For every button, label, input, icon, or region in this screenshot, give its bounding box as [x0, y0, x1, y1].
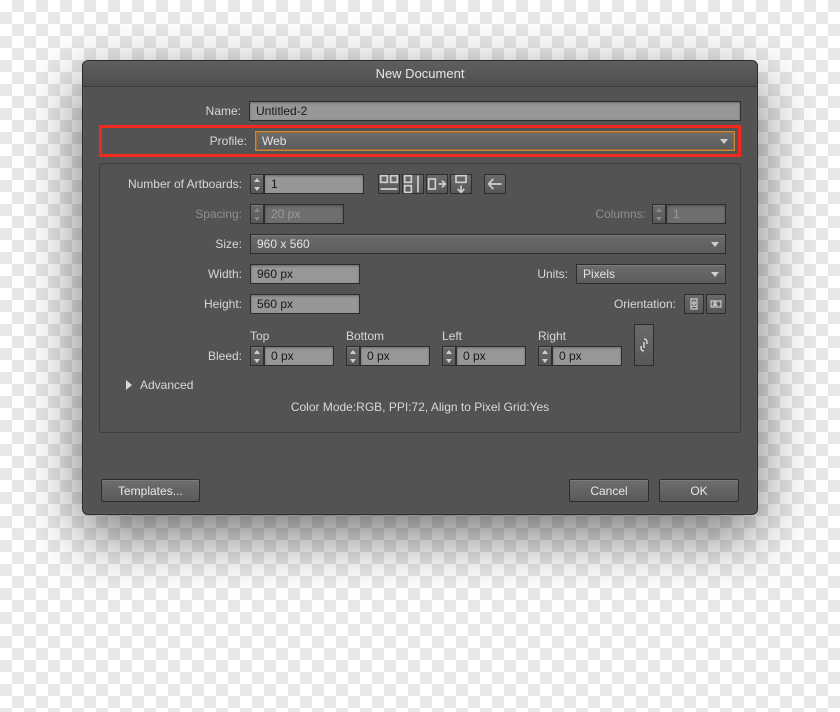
arrange-left-icon[interactable] [484, 174, 506, 194]
profile-label: Profile: [105, 134, 255, 148]
height-label: Height: [114, 297, 250, 311]
spacing-label: Spacing: [114, 207, 250, 221]
name-input[interactable] [249, 101, 741, 121]
spacing-input [264, 204, 344, 224]
cancel-button[interactable]: Cancel [569, 479, 649, 502]
bleed-bottom-label: Bottom [346, 329, 430, 343]
advanced-label: Advanced [140, 378, 193, 392]
grid-by-column-icon[interactable] [402, 174, 424, 194]
ok-button[interactable]: OK [659, 479, 739, 502]
templates-button[interactable]: Templates... [101, 479, 200, 502]
units-dropdown[interactable]: Pixels [576, 264, 726, 284]
arrange-down-icon[interactable] [450, 174, 472, 194]
size-value: 960 x 560 [257, 237, 310, 251]
dialog-titlebar[interactable]: New Document [83, 61, 757, 87]
size-dropdown[interactable]: 960 x 560 [250, 234, 726, 254]
bleed-link-button[interactable] [634, 324, 654, 366]
bleed-left-input[interactable] [456, 346, 526, 366]
spacing-stepper [250, 204, 264, 224]
artboards-input[interactable] [264, 174, 364, 194]
new-document-dialog: New Document Name: Profile: Web Number o… [82, 60, 758, 515]
size-label: Size: [114, 237, 250, 251]
profile-dropdown[interactable]: Web [255, 131, 735, 151]
orientation-label: Orientation: [594, 297, 684, 311]
bleed-right-label: Right [538, 329, 622, 343]
bleed-top-input[interactable] [264, 346, 334, 366]
grid-by-row-icon[interactable] [378, 174, 400, 194]
bleed-bottom-input[interactable] [360, 346, 430, 366]
document-summary: Color Mode:RGB, PPI:72, Align to Pixel G… [114, 400, 726, 414]
bleed-left-stepper[interactable] [442, 346, 456, 366]
bleed-right-input[interactable] [552, 346, 622, 366]
bleed-bottom-stepper[interactable] [346, 346, 360, 366]
artboards-stepper[interactable] [250, 174, 264, 194]
orientation-landscape-button[interactable] [706, 294, 726, 314]
bleed-top-stepper[interactable] [250, 346, 264, 366]
units-value: Pixels [583, 267, 615, 281]
dialog-title: New Document [376, 66, 465, 81]
columns-stepper [652, 204, 666, 224]
units-label: Units: [486, 267, 576, 281]
bleed-top-label: Top [250, 329, 334, 343]
bleed-label: Bleed: [114, 349, 250, 366]
link-icon [639, 338, 649, 352]
name-label: Name: [99, 104, 249, 118]
profile-highlight-box: Profile: Web [99, 125, 741, 157]
artboards-label: Number of Artboards: [114, 177, 250, 191]
profile-value: Web [262, 134, 286, 148]
columns-input [666, 204, 726, 224]
orientation-portrait-button[interactable] [684, 294, 704, 314]
settings-panel: Number of Artboards: Spacing: [99, 163, 741, 433]
height-input[interactable] [250, 294, 360, 314]
columns-label: Columns: [595, 207, 652, 221]
bleed-right-stepper[interactable] [538, 346, 552, 366]
advanced-disclosure[interactable]: Advanced [126, 378, 726, 392]
width-label: Width: [114, 267, 250, 281]
arrange-right-icon[interactable] [426, 174, 448, 194]
width-input[interactable] [250, 264, 360, 284]
bleed-left-label: Left [442, 329, 526, 343]
disclosure-triangle-icon [126, 380, 132, 390]
